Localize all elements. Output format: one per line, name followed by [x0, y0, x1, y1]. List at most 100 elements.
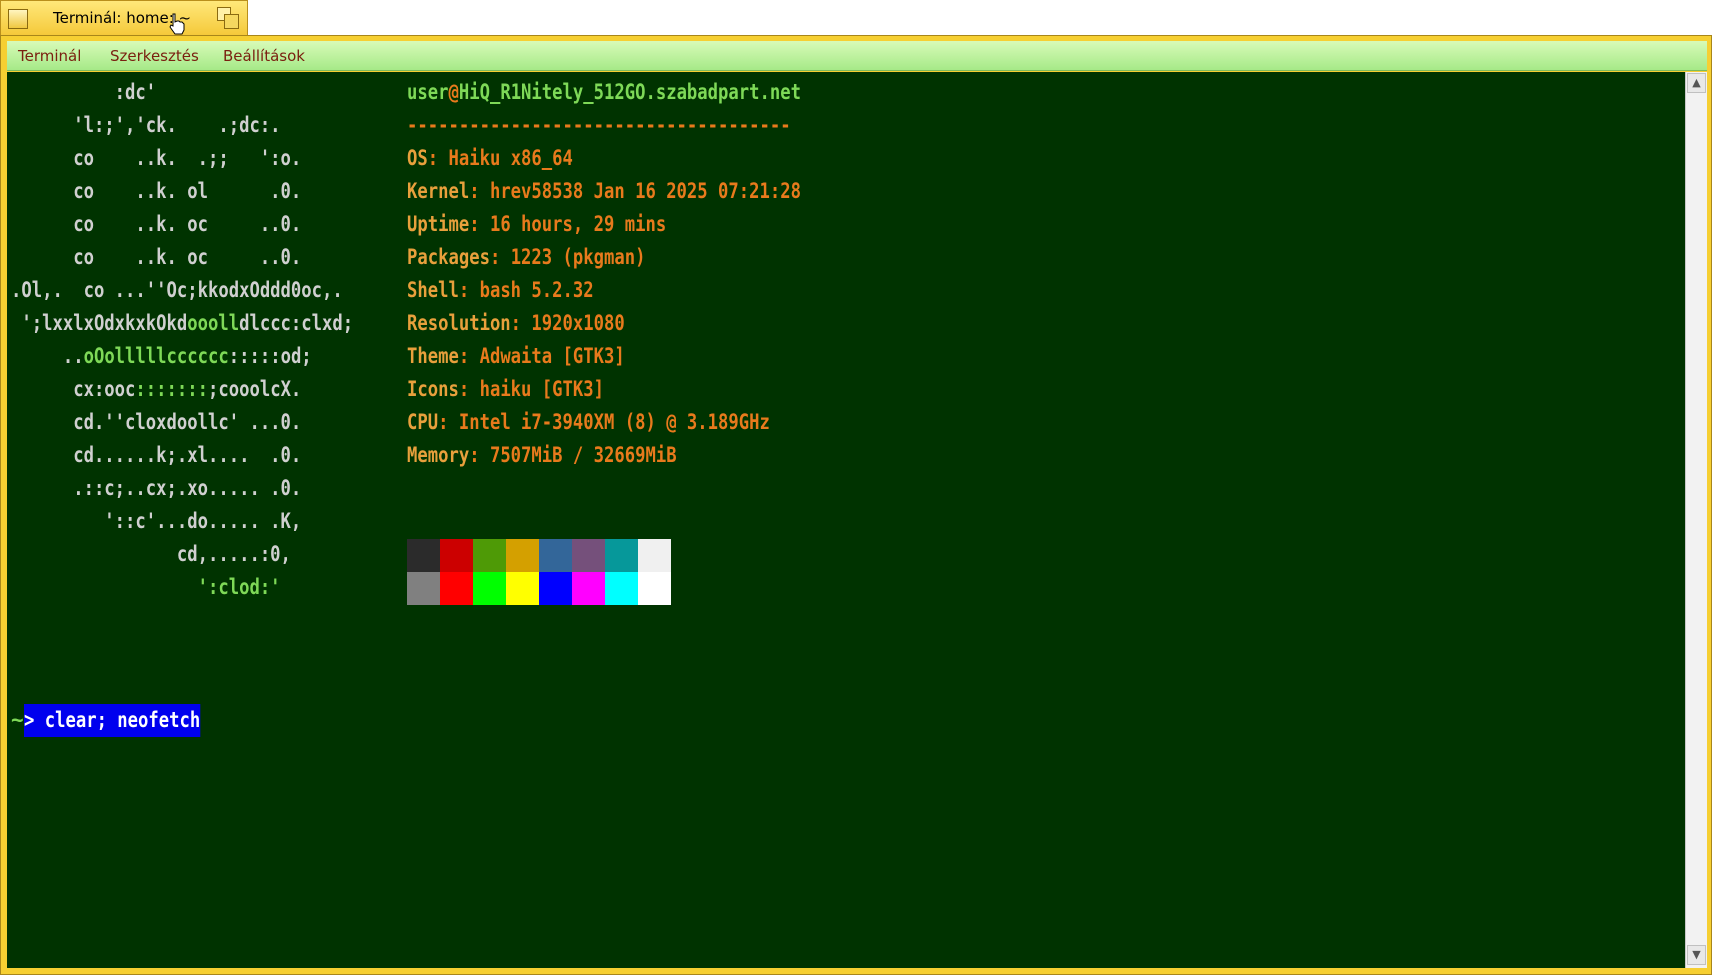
scroll-up-arrow-icon[interactable]: ▲ [1687, 73, 1706, 93]
user-name: user [407, 80, 449, 104]
info-colon: : [510, 311, 532, 335]
info-colon: : [427, 146, 449, 170]
logo-segment: dlccc:clxd; [239, 311, 354, 335]
info-value: 1223 (pkgman) [510, 245, 646, 269]
logo-segment: co ..k. oc ..0. [11, 212, 302, 236]
logo-segment: ';lxxlxOdxkxkOkd [11, 311, 188, 335]
logo-segment: .. [11, 344, 84, 368]
at-sign: @ [448, 80, 459, 104]
logo-segment: co ..k. .;; ':o. [11, 146, 302, 170]
logo-line: :dc' [11, 76, 156, 109]
color-swatch [473, 539, 506, 572]
info-value: Adwaita [GTK3] [479, 344, 625, 368]
info-label: Theme [407, 344, 459, 368]
color-swatch [572, 539, 605, 572]
logo-line: cd.''cloxdoollc' ...0. [11, 406, 301, 439]
logo-segment: '::c'...do..... .K, [11, 509, 302, 533]
menu-bar: Terminál Szerkesztés Beállítások [7, 41, 1707, 71]
info-label: CPU [407, 410, 439, 434]
color-swatch [440, 572, 473, 605]
color-swatch [473, 572, 506, 605]
info-label: OS [407, 146, 428, 170]
menu-edit[interactable]: Szerkesztés [110, 47, 199, 65]
logo-line: cd,.....:0, [11, 538, 291, 571]
logo-segment: cd......k;.xl.... .0. [11, 443, 302, 467]
color-swatch [407, 539, 440, 572]
selected-command[interactable]: > clear; neofetch [23, 704, 200, 737]
logo-segment: ':clod:' [11, 575, 281, 599]
info-colon: : [458, 377, 480, 401]
logo-line: '::c'...do..... .K, [11, 505, 301, 538]
info-value: Intel i7-3940XM (8) @ 3.189GHz [458, 410, 770, 434]
info-value: 7507MiB / 32669MiB [489, 443, 677, 467]
info-line: Uptime: 16 hours, 29 mins [407, 208, 666, 241]
host-name: HiQ_R1Nitely_512GO.szabadpart.net [458, 80, 801, 104]
logo-line: co ..k. .;; ':o. [11, 142, 301, 175]
info-label: Memory [407, 443, 470, 467]
info-colon: : [458, 344, 480, 368]
logo-segment: oOolllllcccccc [83, 344, 229, 368]
logo-line: co ..k. ol .0. [11, 175, 301, 208]
separator-line: ------------------------------------- [407, 113, 791, 137]
info-value: 16 hours, 29 mins [489, 212, 667, 236]
color-swatch [638, 572, 671, 605]
menu-terminal[interactable]: Terminál [18, 47, 81, 65]
terminal-view[interactable]: :dc' 'l:;','ck. .;dc:. co ..k. .;; ':o. … [7, 72, 1685, 968]
info-colon: : [458, 278, 480, 302]
logo-line: co ..k. oc ..0. [11, 241, 301, 274]
info-label: Uptime [407, 212, 470, 236]
logo-segment: cd,.....:0, [11, 542, 291, 566]
info-label: Shell [407, 278, 459, 302]
color-swatch [605, 572, 638, 605]
logo-segment: 'l:;','ck. .;dc:. [11, 113, 281, 137]
logo-line: cx:ooc:::::::;cooolcX. [11, 373, 301, 406]
logo-segment: .Ol,. co ...''Oc;kkodxOddd0oc,. [11, 278, 343, 302]
info-line: Kernel: hrev58538 Jan 16 2025 07:21:28 [407, 175, 801, 208]
info-label: Icons [407, 377, 459, 401]
info-line: CPU: Intel i7-3940XM (8) @ 3.189GHz [407, 406, 770, 439]
info-colon: : [469, 179, 490, 203]
color-swatch [506, 539, 539, 572]
menu-settings[interactable]: Beállítások [223, 47, 305, 65]
logo-segment: .::c;..cx;.xo..... .0. [11, 476, 302, 500]
logo-segment: cx:ooc [11, 377, 136, 401]
terminal-window: Terminál Szerkesztés Beállítások :dc' 'l… [0, 35, 1712, 975]
logo-segment: :::::od; [228, 344, 312, 368]
prompt-tilde: ~ [11, 708, 24, 732]
color-swatch [539, 539, 572, 572]
logo-line: ..oOolllllcccccc:::::od; [11, 340, 312, 373]
logo-segment: co ..k. ol .0. [11, 179, 302, 203]
color-swatch [605, 539, 638, 572]
color-swatch [506, 572, 539, 605]
info-line: Resolution: 1920x1080 [407, 307, 625, 340]
logo-segment: co ..k. oc ..0. [11, 245, 302, 269]
logo-segment: oooll [187, 311, 240, 335]
color-swatch [407, 572, 440, 605]
info-line: Shell: bash 5.2.32 [407, 274, 594, 307]
vertical-scrollbar[interactable]: ▲ ▼ [1685, 72, 1707, 968]
info-value: hrev58538 Jan 16 2025 07:21:28 [489, 179, 801, 203]
scroll-down-arrow-icon[interactable]: ▼ [1687, 945, 1706, 965]
zoom-window-button[interactable] [217, 7, 241, 29]
color-swatch [572, 572, 605, 605]
info-line: Theme: Adwaita [GTK3] [407, 340, 625, 373]
logo-line: cd......k;.xl.... .0. [11, 439, 301, 472]
logo-segment: ;cooolcX. [207, 377, 302, 401]
info-line: Packages: 1223 (pkgman) [407, 241, 645, 274]
info-label: Kernel [407, 179, 470, 203]
logo-line: .::c;..cx;.xo..... .0. [11, 472, 301, 505]
logo-line: ':clod:' [11, 571, 281, 604]
zoom-box-front [224, 14, 239, 29]
info-colon: : [469, 443, 490, 467]
info-label: Resolution [407, 311, 511, 335]
info-label: Packages [407, 245, 490, 269]
color-swatch [638, 539, 671, 572]
close-window-button[interactable] [8, 9, 28, 29]
color-swatch [440, 539, 473, 572]
info-value: 1920x1080 [531, 311, 625, 335]
info-value: Haiku x86_64 [448, 146, 573, 170]
window-tab[interactable]: Terminál: home: ~ [0, 0, 248, 35]
command-prompt[interactable]: ~> clear; neofetch [11, 704, 239, 737]
logo-line: 'l:;','ck. .;dc:. [11, 109, 281, 142]
logo-segment: cd.''cloxdoollc' ...0. [11, 410, 302, 434]
